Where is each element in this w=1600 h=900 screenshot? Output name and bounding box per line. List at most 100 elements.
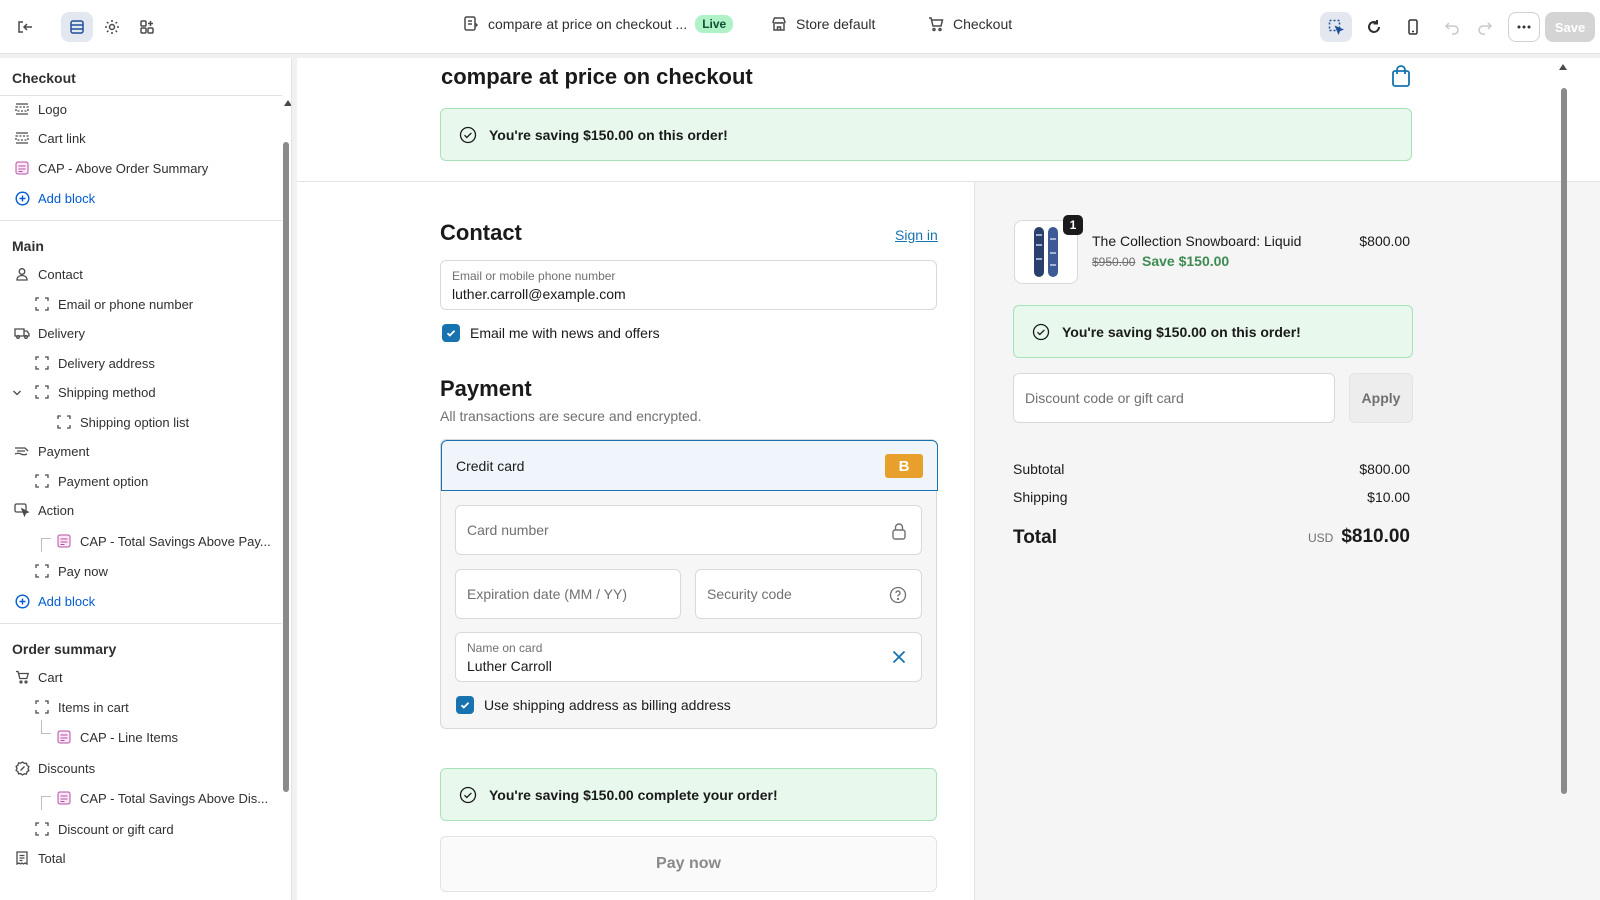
live-badge: Live: [695, 15, 734, 33]
block-icon: [34, 563, 50, 579]
block-icon: [34, 296, 50, 312]
banner-text: You're saving $150.00 on this order!: [1062, 323, 1301, 340]
sidebar-item-items-in-cart[interactable]: Items in cart: [34, 699, 129, 715]
sidebar-item-discount-gift-card[interactable]: Discount or gift card: [34, 821, 174, 837]
pay-now-button[interactable]: Pay now: [440, 836, 937, 892]
sidebar-item-pay-now[interactable]: Pay now: [34, 563, 108, 579]
sidebar-item-cart-link[interactable]: Cart link: [14, 130, 86, 146]
add-block-label: Add block: [38, 190, 96, 206]
block-icon: [34, 355, 50, 371]
total-value: $810.00: [1341, 526, 1410, 547]
sidebar-item-label: CAP - Total Savings Above Dis...: [80, 790, 269, 806]
sidebar-item-shipping-method[interactable]: Shipping method: [34, 384, 156, 400]
theme-icon: [462, 15, 480, 33]
sections-icon[interactable]: [61, 12, 93, 42]
card-number-input[interactable]: Card number: [455, 505, 922, 555]
news-checkbox-label: Email me with news and offers: [470, 325, 660, 341]
sidebar-item-delivery-address[interactable]: Delivery address: [34, 355, 155, 371]
payment-heading: Payment: [440, 376, 532, 401]
billing-address-checkbox[interactable]: Use shipping address as billing address: [456, 696, 731, 714]
sidebar-item-delivery[interactable]: Delivery: [14, 325, 85, 341]
banner-text: You're saving $150.00 complete your orde…: [489, 786, 778, 803]
sidebar-item-label: Pay now: [58, 563, 108, 579]
sidebar-item-label: Cart: [38, 669, 63, 685]
card-number-placeholder: Card number: [467, 522, 549, 538]
sidebar-item-cart[interactable]: Cart: [14, 669, 63, 685]
add-block-button[interactable]: Add block: [14, 190, 95, 206]
discount-code-input[interactable]: Discount code or gift card: [1013, 373, 1335, 423]
sidebar-scrollbar[interactable]: [283, 142, 289, 792]
block-icon: [34, 473, 50, 489]
undo-icon[interactable]: [1436, 12, 1468, 42]
exit-icon[interactable]: [9, 12, 41, 42]
preview-scrollbar[interactable]: [1561, 88, 1567, 794]
sidebar-item-cap-total-savings-pay[interactable]: CAP - Total Savings Above Pay...: [56, 533, 271, 549]
sidebar-item-cap-line-items[interactable]: CAP - Line Items: [56, 729, 178, 745]
subtotal-label: Subtotal: [1013, 461, 1065, 477]
sidebar-item-label: CAP - Line Items: [80, 729, 179, 745]
sidebar-item-label: Contact: [38, 266, 83, 282]
sidebar-item-shipping-option-list[interactable]: Shipping option list: [56, 414, 189, 430]
email-field[interactable]: Email or mobile phone number luther.carr…: [440, 260, 937, 310]
name-on-card-input[interactable]: Name on card Luther Carroll: [455, 632, 922, 682]
sidebar-item-payment-option[interactable]: Payment option: [34, 473, 148, 489]
mobile-preview-icon[interactable]: [1397, 12, 1429, 42]
credit-card-option[interactable]: Credit card B: [441, 440, 938, 491]
sidebar-item-email-phone[interactable]: Email or phone number: [34, 296, 193, 312]
shipping-value: $10.00: [1367, 489, 1410, 505]
sign-in-link[interactable]: Sign in: [895, 227, 938, 243]
sidebar-item-action[interactable]: Action: [14, 502, 74, 518]
block-icon: [34, 699, 50, 715]
apps-icon[interactable]: [131, 12, 163, 42]
currency-code: USD: [1307, 531, 1334, 545]
block-icon: [34, 821, 50, 837]
check-circle-icon: [1032, 323, 1050, 341]
sidebar-item-cap-total-savings-discount[interactable]: CAP - Total Savings Above Dis...: [56, 790, 268, 806]
plus-circle-icon: [14, 190, 30, 206]
preview-scroll-up-icon[interactable]: [1559, 64, 1567, 70]
expiration-date-input[interactable]: Expiration date (MM / YY): [455, 569, 681, 619]
sidebar-item-payment[interactable]: Payment: [14, 443, 89, 459]
save-button[interactable]: Save: [1545, 12, 1595, 42]
add-block-button[interactable]: Add block: [14, 593, 95, 609]
help-circle-icon[interactable]: [889, 586, 907, 604]
sidebar-item-total[interactable]: Total: [14, 850, 65, 866]
page-selector[interactable]: Checkout: [927, 15, 1012, 33]
sidebar-item-cap-above-summary[interactable]: CAP - Above Order Summary: [14, 160, 208, 176]
store-context-label: Store default: [796, 16, 876, 32]
email-field-label: Email or mobile phone number: [452, 269, 616, 283]
apply-button[interactable]: Apply: [1349, 373, 1413, 423]
chevron-down-icon[interactable]: [12, 388, 22, 398]
block-icon: [56, 414, 72, 430]
compare-at-price: $950.00: [1092, 255, 1136, 269]
section-icon: [14, 130, 30, 146]
news-checkbox[interactable]: Email me with news and offers: [442, 324, 660, 342]
sidebar-item-label: Payment option: [58, 473, 149, 489]
store-context-selector[interactable]: Store default: [770, 15, 875, 33]
payment-method-box: Credit card B Card number Expiration dat…: [440, 439, 938, 729]
banner-text: You're saving $150.00 on this order!: [489, 126, 728, 143]
card-brand-badge: B: [885, 454, 923, 478]
inspector-icon[interactable]: [1320, 12, 1352, 42]
section-icon: [14, 101, 30, 117]
sidebar-item-discounts[interactable]: Discounts: [14, 760, 95, 776]
gear-icon[interactable]: [96, 12, 128, 42]
security-code-input[interactable]: Security code: [695, 569, 922, 619]
refresh-icon[interactable]: [1358, 12, 1390, 42]
lock-icon: [891, 522, 907, 540]
more-options-icon[interactable]: [1508, 12, 1540, 42]
sidebar-item-logo[interactable]: Logo: [14, 101, 67, 117]
clear-icon[interactable]: [891, 649, 907, 665]
tree-connector: [41, 538, 51, 552]
cash-icon: [14, 443, 30, 459]
billing-checkbox-label: Use shipping address as billing address: [484, 697, 731, 713]
sidebar-item-label: Discounts: [38, 760, 96, 776]
quantity-badge: 1: [1063, 215, 1083, 235]
redo-icon[interactable]: [1469, 12, 1501, 42]
sidebar-item-contact[interactable]: Contact: [14, 266, 83, 282]
sidebar-item-label: CAP - Total Savings Above Pay...: [80, 533, 271, 549]
scroll-up-icon[interactable]: [284, 100, 291, 106]
shopping-bag-icon[interactable]: [1390, 64, 1412, 88]
theme-selector[interactable]: compare at price on checkout ... Live: [462, 15, 734, 33]
truck-icon: [14, 325, 30, 341]
